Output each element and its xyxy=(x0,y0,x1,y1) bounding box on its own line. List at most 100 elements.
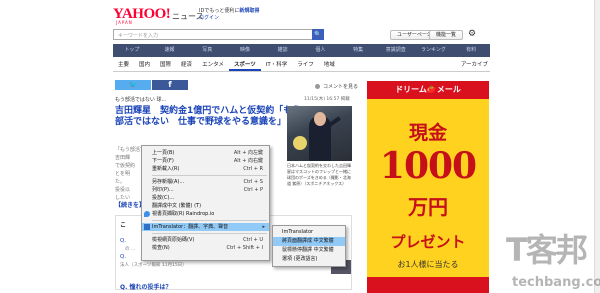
menu-item-label: 列印(P)... xyxy=(152,187,174,193)
main-nav: トップ 速報 写真 映像 雑誌 個人 特集 意識調査 ランキング 有料 xyxy=(113,44,490,57)
tab-it-science[interactable]: IT・科学 xyxy=(261,58,292,71)
breadcrumb[interactable]: もう部活ではない 球... xyxy=(115,96,166,103)
gear-icon[interactable]: ⚙ xyxy=(466,29,478,40)
tab-local[interactable]: 地域 xyxy=(319,58,340,71)
related-item[interactable]: Q. xyxy=(120,254,126,260)
menu-item-reload[interactable]: 重新載入(R) Ctrl + R xyxy=(142,165,269,173)
login-link[interactable]: ログイン xyxy=(199,15,259,22)
nav-item-magazines[interactable]: 雑誌 xyxy=(264,44,302,57)
nav-item-breaking[interactable]: 速報 xyxy=(151,44,189,57)
twitter-icon: 🐦 xyxy=(128,81,138,89)
menu-item-label: 檢視網頁原始碼(V) xyxy=(152,237,195,243)
publish-date: 11/15(木) 16:57 掲載 xyxy=(304,97,350,102)
ad-note: お1人様に当たる xyxy=(397,260,459,269)
comment-icon xyxy=(315,84,320,89)
menu-item-shortcut: Alt + 向左鍵 xyxy=(233,150,263,156)
menu-item-shortcut: Ctrl + U xyxy=(243,237,263,243)
submenu-item-hover-translate[interactable]: 鼠標懸停翻譯 中文繁體 xyxy=(273,246,345,255)
nav-item-individual[interactable]: 個人 xyxy=(302,44,340,57)
facebook-icon: f xyxy=(168,80,172,89)
ad-unit: 万円 xyxy=(408,195,448,219)
nav-item-survey[interactable]: 意識調査 xyxy=(377,44,415,57)
nav-item-features[interactable]: 特集 xyxy=(339,44,377,57)
submenu-item-options[interactable]: 選項 (更改語言) xyxy=(273,255,345,264)
menu-item-label: 另存新檔(A)... xyxy=(152,179,185,185)
article-photo[interactable] xyxy=(287,106,352,161)
ad-present: プレゼント xyxy=(390,233,466,251)
related-item[interactable]: Q. xyxy=(120,238,126,244)
register-link[interactable]: 新規取得 xyxy=(239,8,259,14)
watermark-main: T客邦 xyxy=(506,231,588,269)
article-headline: 吉田輝星 契約金1億円でハムと仮契約「もう部活ではない 仕事で野球をやる意識を」 xyxy=(115,106,301,127)
comment-link-label: コメントを見る xyxy=(323,84,359,90)
menu-item-print[interactable]: 列印(P)... Ctrl + P xyxy=(142,186,269,194)
comment-link[interactable]: コメントを見る xyxy=(315,83,358,90)
menu-item-translate[interactable]: 翻譯成中文 (繁體) (T) xyxy=(142,202,269,210)
ad-amount: 1000 xyxy=(379,145,477,187)
search-icon: 🔍 xyxy=(314,31,322,38)
watermark-sub: techbang.com xyxy=(512,275,600,290)
tab-domestic[interactable]: 国内 xyxy=(134,58,155,71)
nav-item-paid[interactable]: 有料 xyxy=(452,44,490,57)
menu-item-label: 翻譯成中文 (繁體) (T) xyxy=(152,203,202,209)
photo-flower xyxy=(293,136,307,150)
menu-item-shortcut: Ctrl + Shift + I xyxy=(226,245,263,251)
imtranslator-submenu: ImTranslator 將頁面翻譯成 中文繁體 鼠標懸停翻譯 中文繁體 選項 … xyxy=(272,225,346,267)
category-nav: 主要 国内 国際 経済 エンタメ スポーツ IT・科学 ライフ 地域 アーカイブ xyxy=(113,58,490,72)
facebook-share-button[interactable]: f xyxy=(152,80,188,90)
menu-item-label: 投放(C)... xyxy=(152,195,175,201)
twitter-share-button[interactable]: 🐦 xyxy=(115,80,151,90)
related-item-sub: 法人（スポーツ報知 11月15日） xyxy=(120,263,187,268)
submenu-item-translate-page[interactable]: 將頁面翻譯成 中文繁體 xyxy=(273,237,345,246)
search-input[interactable]: キーワードを入力 xyxy=(113,29,313,40)
watermark: T客邦 techbang.com xyxy=(506,225,600,293)
question-link[interactable]: Q. 憧れの投手は？ xyxy=(120,282,171,291)
menu-item-back[interactable]: 上一頁(B) Alt + 向左鍵 xyxy=(142,149,269,157)
site-header: YAHOO! JAPAN ニュース IDでもっと便利に新規取得 ログイン xyxy=(0,0,600,28)
related-title: こ xyxy=(120,222,127,229)
advertisement[interactable]: ドリーム🍅メール 現金 1000 万円 プレゼント お1人様に当たる xyxy=(367,81,489,293)
menu-item-raindrop[interactable]: 視書頁擷取(R) Raindrop.io xyxy=(142,210,269,218)
nav-item-top[interactable]: トップ xyxy=(113,44,151,57)
menu-item-shortcut: Alt + 向右鍵 xyxy=(233,158,263,164)
tab-entertainment[interactable]: エンタメ xyxy=(197,58,229,71)
tab-sports[interactable]: スポーツ xyxy=(228,58,261,71)
search-row: キーワードを入力 🔍 ユーザーページ 機能一覧 ⚙ xyxy=(0,29,600,41)
promo-text: IDでもっと便利に xyxy=(199,8,240,14)
raindrop-icon xyxy=(144,211,150,217)
menu-separator xyxy=(152,220,267,221)
menu-separator xyxy=(152,233,267,234)
photo-arm xyxy=(327,116,341,128)
archive-link[interactable]: アーカイブ xyxy=(456,58,490,71)
ad-banner: ドリーム🍅メール xyxy=(367,81,489,99)
ad-headline: 現金 xyxy=(408,122,447,144)
tab-economy[interactable]: 経済 xyxy=(176,58,197,71)
related-item-sub: の ... xyxy=(125,247,136,252)
tab-international[interactable]: 国際 xyxy=(155,58,176,71)
menu-item-imtranslator[interactable]: ImTranslator：翻譯、字典、聲音 ▸ xyxy=(142,223,269,231)
context-menu: 上一頁(B) Alt + 向左鍵 下一頁(F) Alt + 向右鍵 重新載入(R) C… xyxy=(141,145,270,261)
menu-item-cast[interactable]: 投放(C)... xyxy=(142,194,269,202)
menu-item-shortcut: Ctrl + S xyxy=(243,179,263,185)
login-promo: IDでもっと便利に新規取得 ログイン xyxy=(199,8,259,22)
feature-list-button[interactable]: 機能一覧 xyxy=(429,30,464,40)
nav-item-photos[interactable]: 写真 xyxy=(188,44,226,57)
submenu-item-imtranslator[interactable]: ImTranslator xyxy=(273,228,345,237)
menu-item-shortcut: Ctrl + P xyxy=(243,187,263,193)
menu-item-label: 上一頁(B) xyxy=(152,150,175,156)
menu-item-label: 重新載入(R) xyxy=(152,166,180,172)
menu-item-view-source[interactable]: 檢視網頁原始碼(V) Ctrl + U xyxy=(142,236,269,244)
page: YAHOO! JAPAN ニュース IDでもっと便利に新規取得 ログイン キーワ… xyxy=(0,0,600,293)
tab-main[interactable]: 主要 xyxy=(113,58,134,71)
menu-item-save-as[interactable]: 另存新檔(A)... Ctrl + S xyxy=(142,178,269,186)
menu-item-forward[interactable]: 下一頁(F) Alt + 向右鍵 xyxy=(142,157,269,165)
menu-item-inspect[interactable]: 檢查(N) Ctrl + Shift + I xyxy=(142,244,269,252)
nav-item-ranking[interactable]: ランキング xyxy=(415,44,453,57)
menu-item-label: ImTranslator：翻譯、字典、聲音 xyxy=(152,224,229,230)
ad-footer-strip xyxy=(367,277,489,293)
menu-item-label: 下一頁(F) xyxy=(152,158,174,164)
tab-life[interactable]: ライフ xyxy=(292,58,319,71)
nav-item-videos[interactable]: 映像 xyxy=(226,44,264,57)
yahoo-logo-sub: JAPAN xyxy=(116,20,133,25)
search-button[interactable]: 🔍 xyxy=(312,29,324,40)
